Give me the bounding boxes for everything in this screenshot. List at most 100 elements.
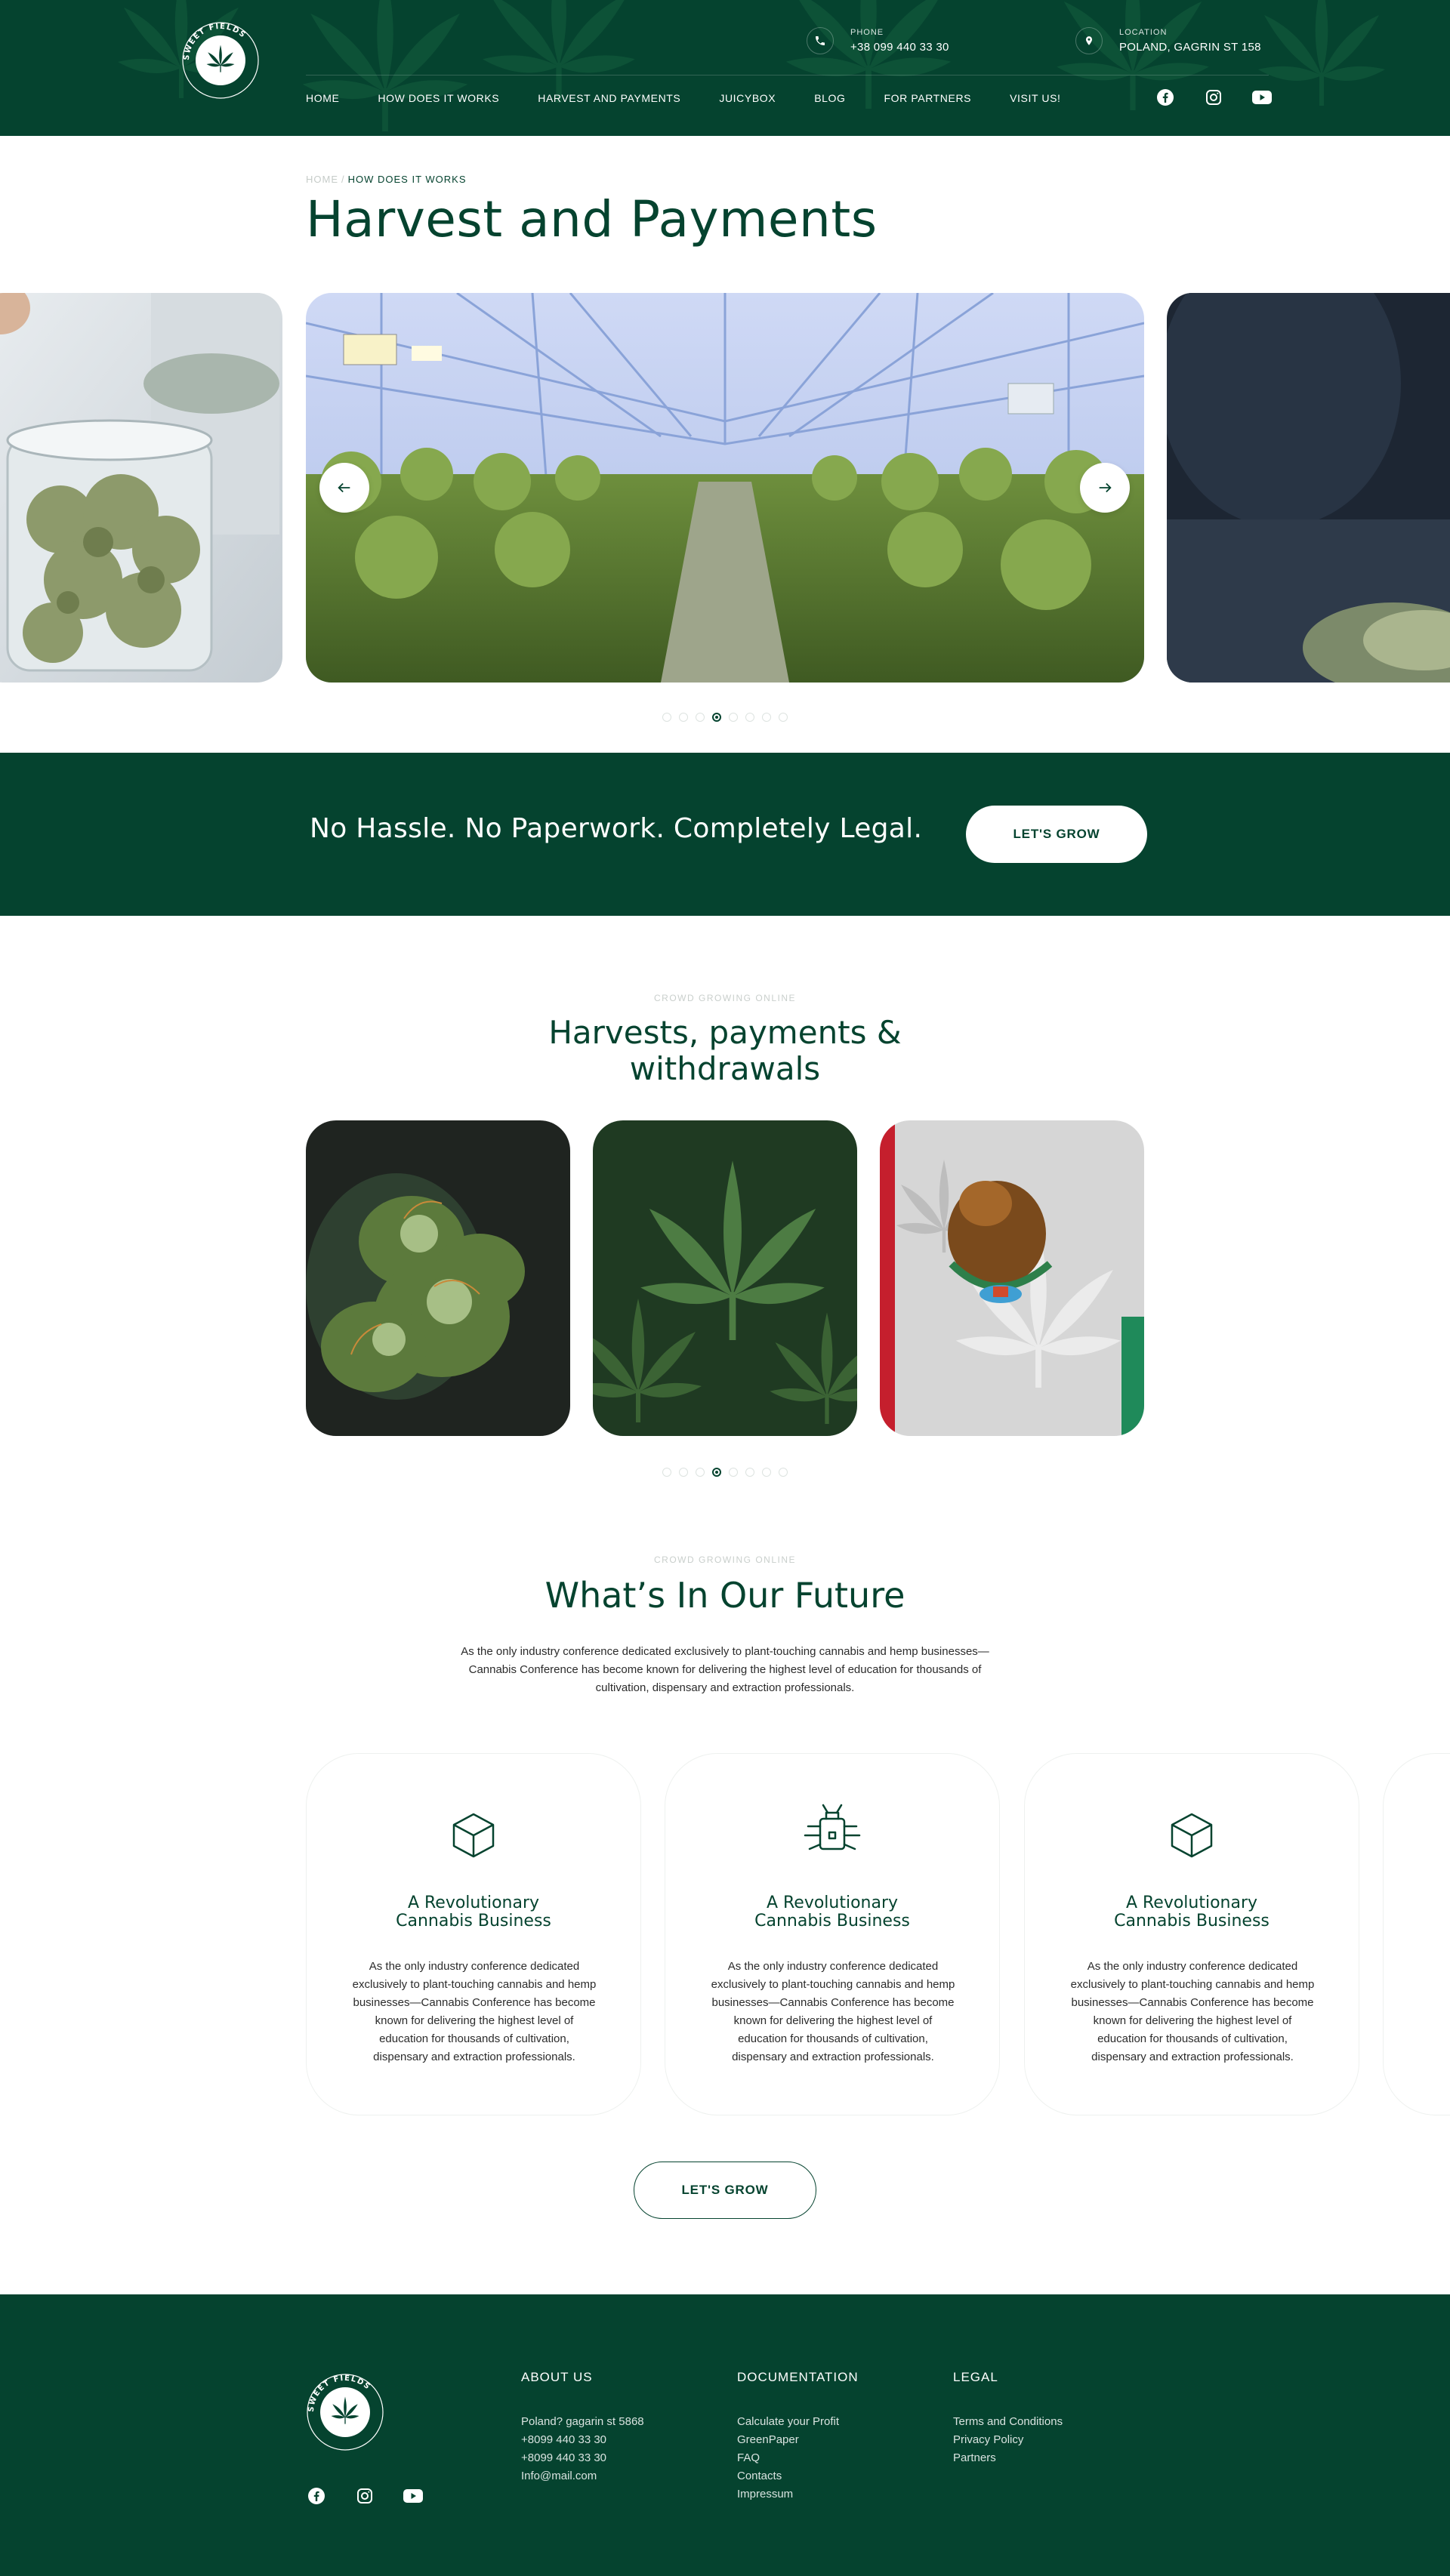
footer-link[interactable]: Impressum — [737, 2485, 859, 2504]
feature-card[interactable]: A Revolutionary Cannabis Business As the … — [1024, 1753, 1359, 2115]
phone-label: PHONE — [850, 28, 884, 37]
breadcrumb-current[interactable]: HOW DOES IT WORKS — [348, 174, 467, 185]
map-pin-icon — [1075, 27, 1103, 54]
feature-title: A Revolutionary Cannabis Business — [396, 1893, 551, 1930]
location-contact[interactable]: LOCATION POLAND, GAGRIN ST 158 — [1075, 27, 1261, 54]
harvest-card-leaves[interactable] — [593, 1120, 857, 1436]
youtube-icon[interactable] — [403, 2486, 423, 2506]
future-eyebrow: CROWD GROWING ONLINE — [654, 1555, 796, 1565]
pagination-dot[interactable] — [779, 1468, 788, 1477]
feature-text: As the only industry conference dedicate… — [352, 1960, 597, 2063]
breadcrumb: HOME / HOW DOES IT WORKS — [306, 174, 467, 185]
footer-link[interactable]: GreenPaper — [737, 2431, 859, 2449]
pagination-dot[interactable] — [762, 713, 771, 722]
feature-title: A Revolutionary Cannabis Business — [754, 1893, 910, 1930]
breadcrumb-home[interactable]: HOME — [306, 174, 338, 185]
footer-link[interactable]: Contacts — [737, 2467, 859, 2485]
youtube-icon[interactable] — [1252, 88, 1272, 107]
footer-about: ABOUT US Poland? gagarin st 5868 +8099 4… — [521, 2370, 644, 2485]
phone-contact[interactable]: PHONE +38 099 440 33 30 — [807, 27, 949, 54]
location-value: POLAND, GAGRIN ST 158 — [1119, 41, 1261, 54]
header-socials — [1155, 88, 1272, 107]
feature-title: A Revolutionary Cannabis Business — [1114, 1893, 1270, 1930]
instagram-icon[interactable] — [355, 2486, 375, 2506]
slide-person-image[interactable] — [1167, 293, 1450, 683]
pagination-dot[interactable] — [679, 713, 688, 722]
pagination-dot[interactable] — [662, 713, 671, 722]
pagination-dot[interactable] — [712, 1468, 721, 1477]
harvests-title-line2: withdrawals — [629, 1050, 821, 1087]
pagination-dot[interactable] — [696, 713, 705, 722]
cube-icon — [1168, 1799, 1216, 1860]
future-intro: As the only industry conference dedicate… — [461, 1645, 989, 1694]
nav-visit-us[interactable]: VISIT US! — [1010, 92, 1060, 104]
pagination-dot[interactable] — [729, 713, 738, 722]
harvest-card-bud[interactable] — [306, 1120, 570, 1436]
slide-greenhouse-image[interactable] — [306, 293, 1144, 683]
footer-link[interactable]: Calculate your Profit — [737, 2413, 859, 2431]
nav-how-it-works[interactable]: HOW DOES IT WORKS — [378, 92, 499, 104]
site-footer: SWEET FIELDS ABOUT US Poland? gagarin st… — [0, 2294, 1450, 2576]
nav-for-partners[interactable]: FOR PARTNERS — [884, 92, 972, 104]
slider-pagination — [0, 713, 1450, 722]
footer-link[interactable]: Partners — [953, 2449, 1063, 2467]
footer-email[interactable]: Info@mail.com — [521, 2467, 644, 2485]
feature-card[interactable]: A Revolutionary Cannabis Business As the … — [306, 1753, 641, 2115]
footer-socials — [307, 2486, 423, 2506]
harvests-title-line1: Harvests, payments & — [548, 1014, 902, 1051]
footer-link[interactable]: FAQ — [737, 2449, 859, 2467]
pagination-dot[interactable] — [729, 1468, 738, 1477]
nav-home[interactable]: HOME — [306, 92, 339, 104]
footer-link[interactable]: Privacy Policy — [953, 2431, 1063, 2449]
bug-icon — [802, 1799, 862, 1860]
breadcrumb-separator: / — [341, 174, 345, 185]
harvest-card-mexico[interactable] — [880, 1120, 1144, 1436]
future-title: What’s In Our Future — [545, 1575, 905, 1616]
footer-docs: DOCUMENTATION Calculate your Profit Gree… — [737, 2370, 859, 2504]
slide-jar-image[interactable] — [0, 293, 282, 683]
slider-prev-button[interactable] — [319, 463, 369, 513]
pagination-dot[interactable] — [679, 1468, 688, 1477]
pagination-dot[interactable] — [762, 1468, 771, 1477]
site-header: SWEET FIELDS PHONE +38 099 440 33 30 LOC… — [0, 0, 1450, 136]
footer-about-title: ABOUT US — [521, 2370, 593, 2384]
phone-icon — [807, 27, 834, 54]
footer-phone[interactable]: +8099 440 33 30 — [521, 2431, 644, 2449]
location-label: LOCATION — [1119, 28, 1168, 37]
harvests-eyebrow: CROWD GROWING ONLINE — [654, 993, 796, 1003]
footer-logo[interactable]: SWEET FIELDS — [306, 2373, 384, 2451]
footer-legal: LEGAL Terms and Conditions Privacy Polic… — [953, 2370, 1063, 2467]
slider-next-button[interactable] — [1080, 463, 1130, 513]
instagram-icon[interactable] — [1204, 88, 1223, 107]
feature-text: As the only industry conference dedicate… — [711, 1960, 955, 2063]
pagination-dot[interactable] — [745, 1468, 754, 1477]
cta-banner: No Hassle. No Paperwork. Completely Lega… — [0, 753, 1450, 916]
pagination-dot[interactable] — [745, 713, 754, 722]
footer-phone[interactable]: +8099 440 33 30 — [521, 2449, 644, 2467]
phone-value: +38 099 440 33 30 — [850, 41, 949, 54]
cube-icon — [449, 1799, 498, 1860]
pagination-dot[interactable] — [662, 1468, 671, 1477]
site-logo[interactable]: SWEET FIELDS — [181, 21, 260, 100]
arrow-left-icon — [338, 482, 350, 493]
feature-card-partial[interactable] — [1383, 1753, 1450, 2115]
footer-legal-title: LEGAL — [953, 2370, 998, 2384]
facebook-icon[interactable] — [1155, 88, 1175, 107]
feature-card[interactable]: A Revolutionary Cannabis Business As the … — [665, 1753, 1000, 2115]
lets-grow-button[interactable]: LET'S GROW — [966, 806, 1147, 863]
nav-harvest-payments[interactable]: HARVEST AND PAYMENTS — [538, 92, 680, 104]
pagination-dot[interactable] — [696, 1468, 705, 1477]
footer-link[interactable]: Terms and Conditions — [953, 2413, 1063, 2431]
main-nav: HOME HOW DOES IT WORKS HARVEST AND PAYME… — [306, 92, 1061, 104]
pagination-dot[interactable] — [779, 713, 788, 722]
pagination-dot[interactable] — [712, 713, 721, 722]
harvests-pagination — [0, 1468, 1450, 1477]
page-title: Harvest and Payments — [306, 190, 878, 248]
facebook-icon[interactable] — [307, 2486, 326, 2506]
lets-grow-outline-button[interactable]: LET'S GROW — [634, 2162, 816, 2219]
nav-juicybox[interactable]: JUICYBOX — [719, 92, 776, 104]
feature-text: As the only industry conference dedicate… — [1070, 1960, 1315, 2063]
nav-blog[interactable]: BLOG — [814, 92, 845, 104]
harvests-title: Harvests, payments & withdrawals — [0, 1015, 1450, 1087]
footer-address: Poland? gagarin st 5868 — [521, 2415, 644, 2428]
